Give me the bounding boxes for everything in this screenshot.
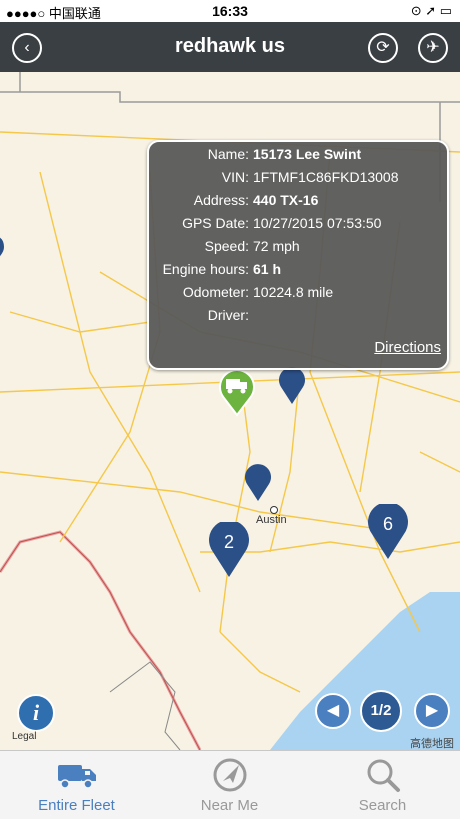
popup-row-odometer: Odometer: 10224.8 mile (149, 284, 447, 306)
info-button[interactable]: i (17, 694, 55, 732)
tab-bar: Entire Fleet Near Me Search (0, 750, 460, 819)
cluster-pin[interactable]: 6 (367, 504, 409, 560)
cluster-count: 2 (223, 532, 234, 552)
directions-link[interactable]: Directions (374, 339, 441, 356)
tab-label: Near Me (200, 797, 259, 814)
field-value: 10224.8 mile (253, 284, 334, 300)
field-label: Speed: (204, 238, 249, 254)
tab-near-me[interactable]: Near Me (153, 751, 306, 819)
popup-row-driver: Driver: (149, 307, 447, 329)
vehicle-info-popup: Name: 15173 Lee Swint VIN: 1FTMF1C86FKD1… (147, 140, 449, 370)
field-value: 15173 Lee Swint (253, 146, 362, 162)
cluster-pin[interactable]: 2 (208, 522, 250, 578)
field-label: VIN: (221, 169, 249, 185)
popup-row-name: Name: 15173 Lee Swint (149, 146, 447, 168)
vehicle-pin[interactable] (277, 365, 307, 405)
tab-search[interactable]: Search (306, 751, 459, 819)
vehicle-pin-partial[interactable] (0, 235, 6, 265)
field-label: Engine hours: (162, 261, 249, 277)
prev-page-button[interactable]: ◀ (315, 693, 351, 729)
field-value: 61 h (253, 261, 282, 277)
truck-icon (58, 765, 96, 789)
popup-row-engine-hours: Engine hours: 61 h (149, 261, 447, 283)
magnifier-icon (367, 759, 400, 792)
clock: 16:33 (212, 3, 248, 19)
popup-row-speed: Speed: 72 mph (149, 238, 447, 260)
field-label: Odometer: (182, 284, 249, 300)
tab-label: Search (358, 797, 407, 814)
field-value: 440 TX-16 (253, 192, 319, 208)
page-indicator[interactable]: 1/2 (360, 690, 402, 732)
selected-vehicle-pin[interactable] (216, 365, 258, 417)
status-icons: ⊙ ➚ ▭ (410, 3, 452, 18)
popup-row-vin: VIN: 1FTMF1C86FKD13008 (149, 169, 447, 191)
field-value: 10/27/2015 07:53:50 (253, 215, 382, 231)
field-value: 72 mph (253, 238, 300, 254)
satellite-button[interactable]: ✈ (418, 33, 448, 63)
city-dot (270, 506, 278, 514)
field-label: Address: (193, 192, 249, 208)
next-page-button[interactable]: ▶ (414, 693, 450, 729)
field-label: Name: (207, 146, 249, 162)
cluster-count: 6 (382, 514, 393, 534)
info-icon: i (32, 700, 40, 725)
navigation-bar: ‹ redhawk us ⟳ ✈ (0, 22, 460, 72)
field-label: GPS Date: (182, 215, 249, 231)
vehicle-pin[interactable] (243, 462, 273, 502)
popup-row-address: Address: 440 TX-16 (149, 192, 447, 214)
compass-icon (213, 758, 247, 792)
refresh-button[interactable]: ⟳ (368, 33, 398, 63)
city-label: Austin (256, 514, 287, 526)
satellite-icon: ✈ (426, 39, 440, 56)
field-label: Driver: (207, 307, 249, 323)
tab-label: Entire Fleet (38, 797, 115, 814)
refresh-icon: ⟳ (376, 39, 390, 56)
map-attribution: 高德地图 (410, 738, 454, 750)
field-value: 1FTMF1C86FKD13008 (253, 169, 399, 185)
popup-row-gps-date: GPS Date: 10/27/2015 07:53:50 (149, 215, 447, 237)
legal-link[interactable]: Legal (12, 731, 36, 742)
status-bar: ●●●●○ 中国联通 16:33 ⊙ ➚ ▭ (0, 0, 460, 22)
tab-entire-fleet[interactable]: Entire Fleet (0, 751, 153, 819)
